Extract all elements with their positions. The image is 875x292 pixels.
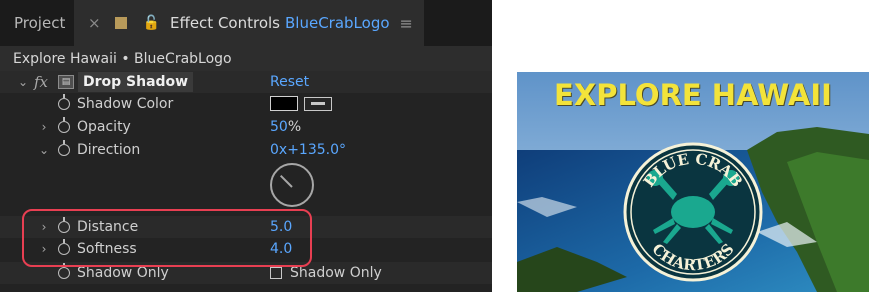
effect-type-icon: ▤ [58, 75, 74, 89]
twirl-open-icon[interactable]: ⌄ [39, 143, 49, 157]
property-label-softness: Softness [77, 241, 137, 257]
shadow-only-checkbox[interactable] [270, 267, 282, 279]
property-row-distance: › Distance 5.0 [0, 216, 492, 238]
eyedropper-icon[interactable] [304, 97, 332, 111]
direction-angle-dial[interactable] [270, 163, 314, 207]
panel-menu-icon[interactable]: ≡ [400, 14, 413, 33]
stopwatch-icon[interactable] [58, 239, 70, 255]
property-row-shadow-only: Shadow Only Shadow Only [0, 262, 492, 284]
twirl-closed-icon[interactable]: › [39, 242, 49, 256]
effect-name[interactable]: Drop Shadow [78, 72, 194, 92]
stopwatch-icon[interactable] [58, 117, 70, 133]
tab-project-label: Project [14, 14, 66, 32]
effect-header-row[interactable]: ⌄ fx ▤ Drop Shadow Reset [0, 71, 492, 93]
property-label-direction: Direction [77, 142, 141, 158]
shadow-color-swatch[interactable] [270, 96, 298, 111]
direction-dial-needle [279, 174, 293, 188]
property-label-distance: Distance [77, 219, 139, 235]
property-row-opacity: › Opacity 50% [0, 116, 492, 138]
direction-value[interactable]: 0x+135.0° [270, 142, 346, 158]
opacity-unit: % [287, 119, 302, 135]
property-label-opacity: Opacity [77, 119, 131, 135]
close-icon[interactable]: × [88, 14, 101, 32]
lock-icon[interactable]: 🔓 [143, 15, 160, 31]
stopwatch-icon[interactable] [58, 263, 70, 279]
property-row-shadow-color: Shadow Color [0, 93, 492, 115]
opacity-number[interactable]: 50 [270, 119, 288, 135]
property-label-shadow-only: Shadow Only [77, 265, 169, 281]
property-row-softness: › Softness 4.0 [0, 238, 492, 260]
softness-value[interactable]: 4.0 [270, 241, 292, 257]
tab-effect-controls-label: Effect Controls [170, 14, 280, 32]
twirl-closed-icon[interactable]: › [39, 120, 49, 134]
layer-breadcrumb: Explore Hawaii • BlueCrabLogo [0, 46, 492, 71]
tab-effect-controls[interactable]: × 🔓 Effect Controls BlueCrabLogo ≡ [74, 0, 424, 46]
stopwatch-icon[interactable] [58, 217, 70, 233]
property-label-shadow-color: Shadow Color [77, 96, 174, 112]
composition-preview: BLUE CRAB CHARTERS EXPLORE HAWAII [517, 72, 869, 292]
twirl-open-icon[interactable]: ⌄ [18, 75, 28, 89]
panel-tab-bar: Project × 🔓 Effect Controls BlueCrabLogo… [0, 0, 492, 46]
effect-controls-panel: Project × 🔓 Effect Controls BlueCrabLogo… [0, 0, 492, 292]
comp-color-swatch-icon [114, 17, 127, 29]
twirl-closed-icon[interactable]: › [39, 220, 49, 234]
property-row-direction: ⌄ Direction 0x+135.0° [0, 139, 492, 161]
headline-text: EXPLORE HAWAII [554, 78, 832, 112]
opacity-value[interactable]: 50% [270, 119, 301, 135]
reset-link[interactable]: Reset [270, 74, 309, 90]
fx-toggle-icon[interactable]: fx [34, 73, 48, 91]
stopwatch-icon[interactable] [58, 140, 70, 156]
stopwatch-icon[interactable] [58, 94, 70, 110]
distance-value[interactable]: 5.0 [270, 219, 292, 235]
tab-comp-name: BlueCrabLogo [285, 14, 390, 32]
shadow-only-checkbox-label[interactable]: Shadow Only [290, 265, 382, 281]
